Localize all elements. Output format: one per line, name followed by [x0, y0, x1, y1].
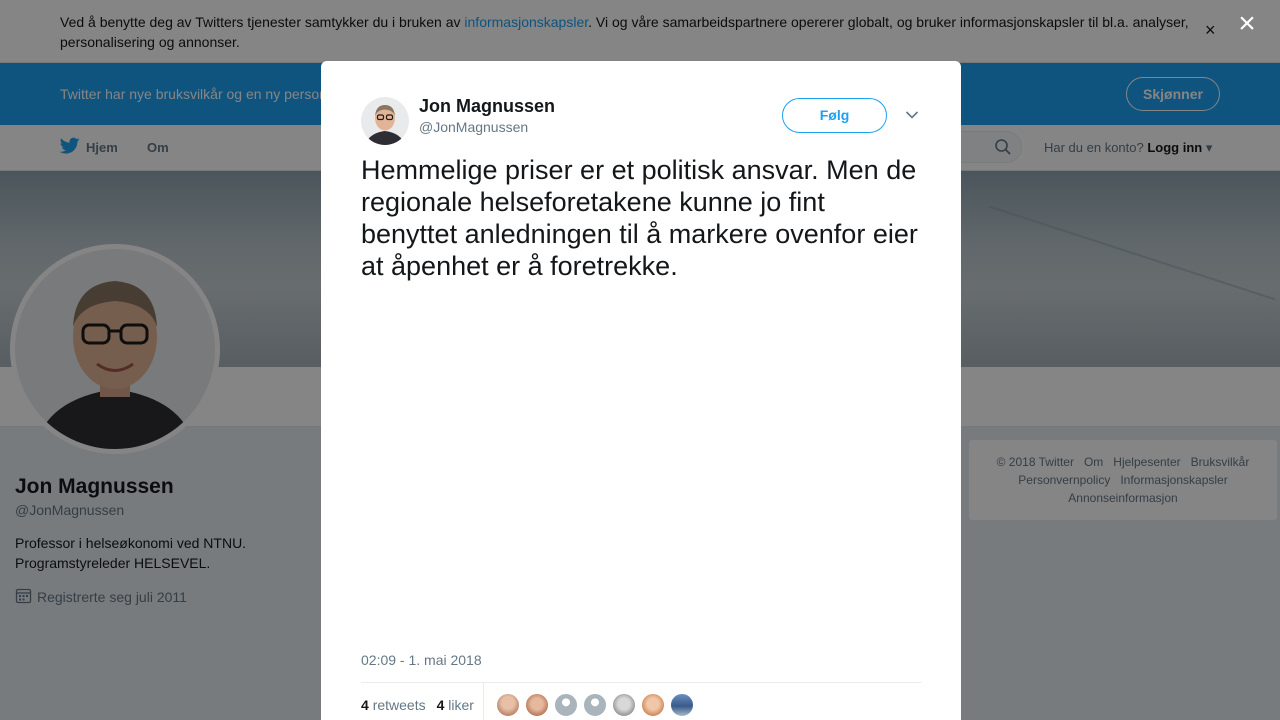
divider: [361, 682, 921, 683]
liker-avatar[interactable]: [496, 693, 520, 717]
tweet-author-handle[interactable]: @JonMagnussen: [419, 119, 528, 135]
liker-avatar[interactable]: [554, 693, 578, 717]
tweet-author-avatar[interactable]: [361, 97, 409, 145]
tweet-stats: 4 retweets 4 liker: [361, 697, 474, 713]
tweet-modal: Jon Magnussen @JonMagnussen Følg Hemmeli…: [321, 61, 961, 720]
tweet-author-name[interactable]: Jon Magnussen: [419, 96, 555, 117]
liker-avatar[interactable]: [525, 693, 549, 717]
liker-avatar[interactable]: [670, 693, 694, 717]
liker-avatar[interactable]: [583, 693, 607, 717]
tweet-text: Hemmelige priser er et politisk ansvar. …: [361, 155, 918, 281]
chevron-down-icon[interactable]: [905, 107, 919, 125]
like-stat[interactable]: 4 liker: [437, 697, 474, 713]
liker-avatars: [496, 693, 694, 717]
stats-divider: [483, 683, 484, 720]
retweet-stat[interactable]: 4 retweets: [361, 697, 426, 713]
liker-avatar[interactable]: [641, 693, 665, 717]
liker-avatar[interactable]: [612, 693, 636, 717]
follow-button[interactable]: Følg: [782, 98, 887, 133]
close-icon[interactable]: ×: [1232, 9, 1262, 40]
tweet-timestamp[interactable]: 02:09 - 1. mai 2018: [361, 652, 482, 668]
